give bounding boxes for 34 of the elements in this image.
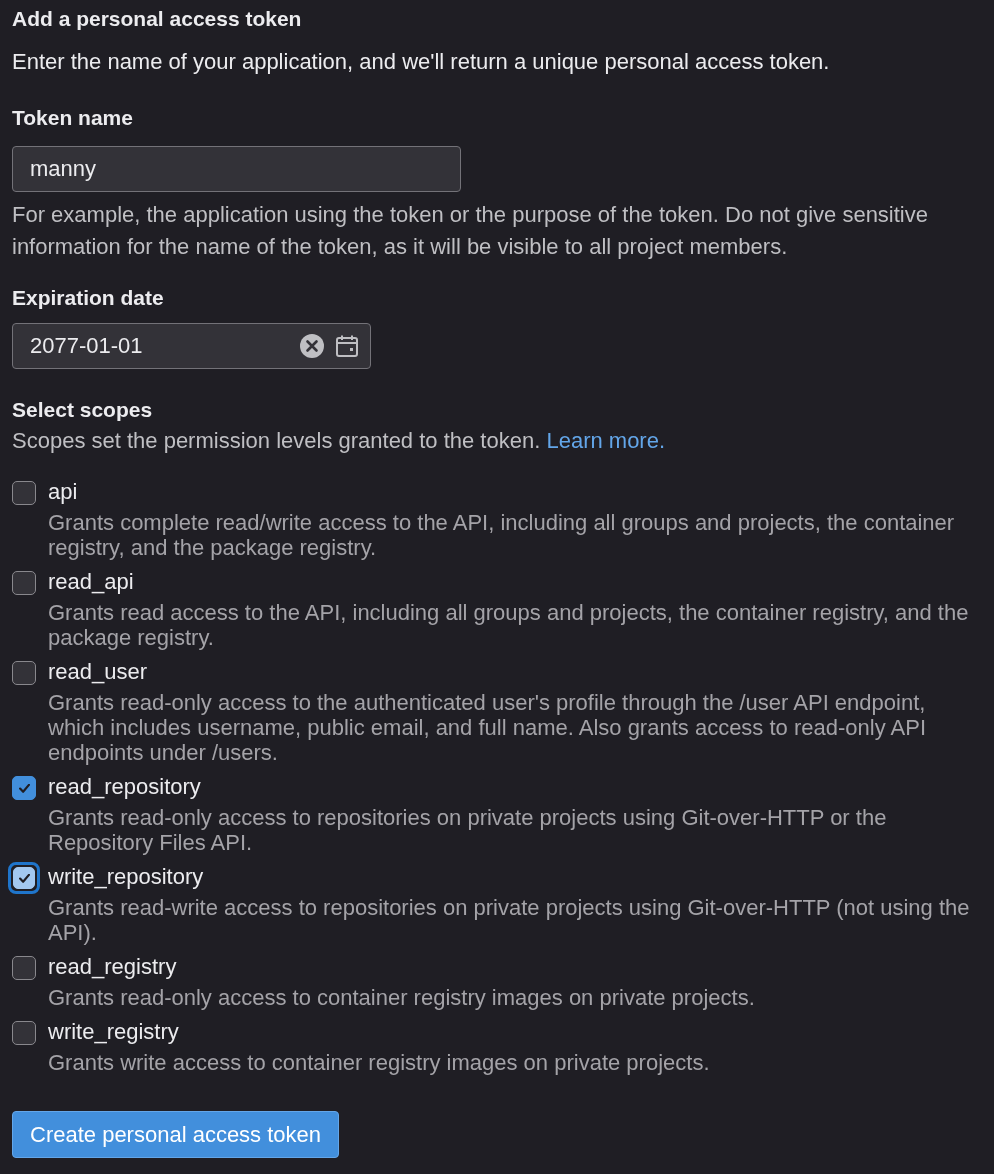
checkbox[interactable] (12, 1021, 36, 1045)
scope-description: Grants read-only access to container registry images on private projects. (48, 985, 756, 1010)
checkbox[interactable] (12, 776, 36, 800)
checkbox[interactable] (12, 661, 36, 685)
scope-name[interactable]: read_repository (48, 772, 984, 802)
scope-description: Grants write access to container registry images on private projects. (48, 1050, 711, 1075)
checkbox[interactable] (12, 956, 36, 980)
scope-name[interactable]: read_api (48, 567, 984, 597)
clear-icon[interactable] (300, 334, 324, 358)
field-label: Expiration date (12, 285, 165, 311)
date-field[interactable]: 2077-01-01 (12, 323, 371, 369)
scope-description: Grants read access to the API, including all groups and projects, the container registry, and the package registry. (48, 600, 970, 650)
scopes-description: Scopes set the permission levels granted to the token. Learn more. (12, 427, 667, 455)
token-name-field[interactable]: manny (12, 146, 461, 192)
help-text: For example, the application using the token or the purpose of the token. Do not give sensitive information for the name of the token, as it will be visible to all project members. (12, 201, 929, 261)
scope-name[interactable]: api (48, 477, 984, 507)
check-icon (18, 873, 30, 883)
section-label: Select scopes (12, 397, 154, 423)
form-title: Add a personal access token (12, 6, 303, 32)
scope-name[interactable]: read_user (48, 657, 984, 687)
field-label: Token name (12, 105, 134, 131)
scope-description: Grants read-only access to repositories on private projects using Git-over-HTTP or the Repository Files API. (48, 805, 888, 855)
scope-description: Grants read-write access to repositories on private projects using Git-over-HTTP (not using the API). (48, 895, 971, 945)
check-icon (18, 783, 30, 793)
learn-more-link[interactable]: Learn more. (546, 428, 666, 453)
checkbox[interactable] (12, 571, 36, 595)
scope-name[interactable]: write_registry (48, 1017, 984, 1047)
scope-name[interactable]: read_registry (48, 952, 984, 982)
scope-name[interactable]: write_repository (48, 862, 984, 892)
calendar-icon[interactable] (336, 335, 358, 357)
checkbox[interactable] (12, 481, 36, 505)
scope-description: Grants read-only access to the authenticated user's profile through the /user API endpoint, which includes username, public email, and full name. Also grants access to read-only API endpoints under /users. (48, 690, 927, 765)
intro-text: Enter the name of your application, and we'll return a unique personal access token. (12, 48, 831, 76)
scope-description: Grants complete read/write access to the API, including all groups and projects, the container registry, and the package registry. (48, 510, 956, 560)
